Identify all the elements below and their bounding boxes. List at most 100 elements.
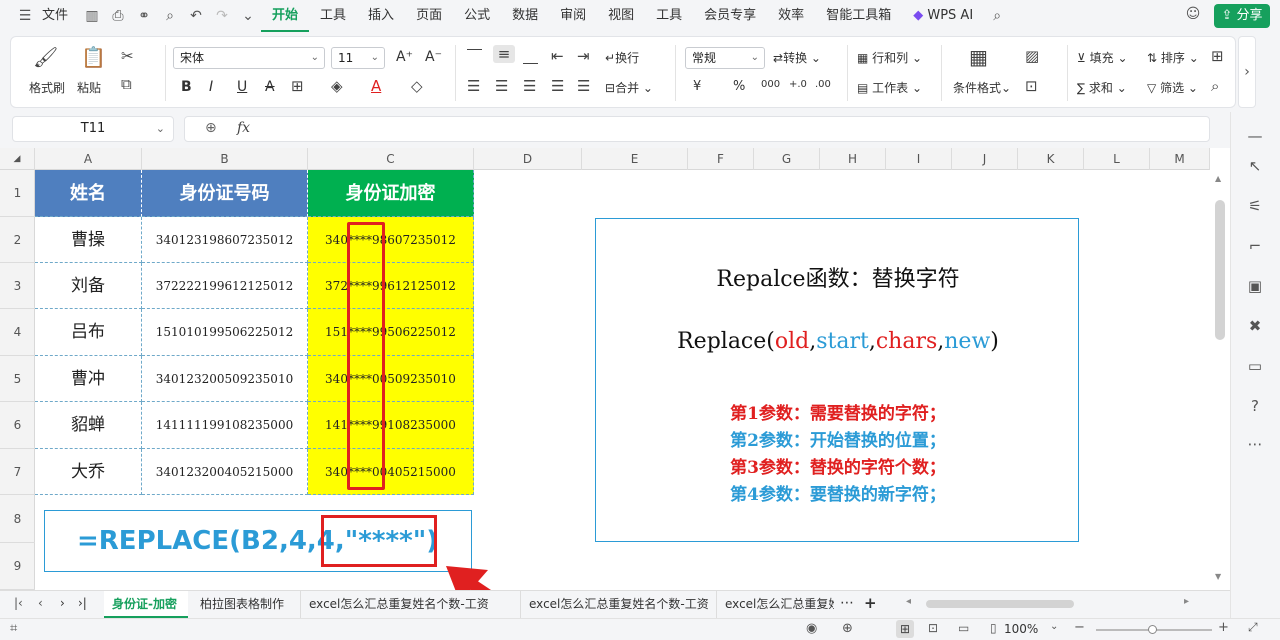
find-icon[interactable]: ⌕	[1211, 77, 1219, 95]
eye-protect-icon[interactable]: ◉	[806, 621, 817, 636]
locate-icon[interactable]: ⊕	[842, 621, 853, 636]
share-button[interactable]: ⇪ 分享	[1214, 4, 1270, 28]
sheet-tab[interactable]: excel怎么汇总重复姓	[716, 591, 834, 618]
zoom-slider-thumb[interactable]	[1148, 625, 1157, 634]
link-icon[interactable]: ⚭	[131, 0, 157, 32]
column-header[interactable]: C	[308, 148, 474, 170]
hamburger-icon[interactable]: ☰	[12, 0, 38, 32]
distribute-icon[interactable]: ☰	[577, 77, 590, 95]
thousands-icon[interactable]: 000	[761, 79, 780, 90]
menu-view[interactable]: 视图	[597, 0, 645, 32]
cell-masked[interactable]: 372****99612125012	[308, 263, 474, 309]
convert-button[interactable]: ⇄转换 ⌄	[773, 49, 821, 66]
row-header[interactable]: 4	[0, 309, 35, 356]
table-style-icon[interactable]: ⊡	[1025, 77, 1038, 95]
sum-button[interactable]: ∑ 求和 ⌄	[1077, 79, 1127, 96]
font-grow-button[interactable]: A⁺	[396, 49, 413, 65]
last-sheet-icon[interactable]: ›|	[78, 596, 87, 610]
strikethrough-button[interactable]: A	[265, 79, 275, 95]
column-header[interactable]: J	[952, 148, 1018, 170]
cell-id[interactable]: 151010199506225012	[142, 309, 308, 356]
font-name-select[interactable]: 宋体 ⌄	[173, 47, 325, 69]
sheet-tab-active[interactable]: 身份证-加密	[104, 591, 188, 618]
fill-button[interactable]: ⊻ 填充 ⌄	[1077, 49, 1128, 66]
cell-name[interactable]: 大乔	[35, 449, 142, 495]
decimal-decrease-icon[interactable]: .00	[815, 79, 831, 90]
cell-masked[interactable]: 340****98607235012	[308, 217, 474, 263]
justify-icon[interactable]: ☰	[551, 77, 564, 95]
chevron-down-icon[interactable]: ⌄	[235, 0, 261, 32]
column-header[interactable]: H	[820, 148, 886, 170]
select-all-corner[interactable]: ◢	[0, 148, 35, 170]
menu-page[interactable]: 页面	[405, 0, 453, 32]
settings-sliders-icon[interactable]: ⚟	[1243, 194, 1267, 218]
first-sheet-icon[interactable]: |‹	[14, 596, 23, 610]
menu-review[interactable]: 审阅	[549, 0, 597, 32]
font-color-icon[interactable]: A	[371, 77, 381, 95]
cell-name[interactable]: 吕布	[35, 309, 142, 356]
column-header[interactable]: E	[582, 148, 688, 170]
fx-icon[interactable]: fx	[237, 120, 250, 136]
italic-button[interactable]: I	[209, 79, 213, 95]
sheet-tab[interactable]: excel怎么汇总重复姓名个数-工资	[300, 591, 516, 618]
cell-id[interactable]: 340123200405215000	[142, 449, 308, 495]
worksheet-button[interactable]: ▤ 工作表 ⌄	[857, 79, 922, 96]
currency-button[interactable]: ¥	[693, 79, 701, 94]
more-icon[interactable]: ⋯	[1243, 432, 1267, 456]
paste-button[interactable]: 粘贴	[77, 79, 101, 96]
vertical-scroll-thumb[interactable]	[1215, 200, 1225, 340]
column-header[interactable]: D	[474, 148, 582, 170]
name-box[interactable]: T11 ⌄	[12, 116, 174, 142]
indent-decrease-icon[interactable]: ⇤	[551, 47, 564, 65]
hscroll-left-icon[interactable]: ◂	[906, 596, 911, 607]
align-middle-icon[interactable]: ≡	[493, 45, 515, 63]
zoom-slider-track[interactable]	[1096, 625, 1212, 634]
font-shrink-button[interactable]: A⁻	[425, 49, 442, 65]
cell-id[interactable]: 340123200509235010	[142, 356, 308, 402]
cell-name[interactable]: 曹冲	[35, 356, 142, 402]
align-right-icon[interactable]: ☰	[523, 77, 536, 95]
row-header[interactable]: 1	[0, 170, 35, 217]
column-header[interactable]: L	[1084, 148, 1150, 170]
zoom-level[interactable]: 100%	[1004, 622, 1038, 636]
format-painter-button[interactable]: 格式刷	[29, 79, 65, 96]
underline-button[interactable]: U	[237, 79, 247, 95]
message-icon[interactable]: ☺	[1182, 6, 1204, 26]
row-header[interactable]: 6	[0, 402, 35, 449]
row-header[interactable]: 3	[0, 263, 35, 309]
select-cursor-icon[interactable]: ↖	[1243, 154, 1267, 178]
row-col-button[interactable]: ▦ 行和列 ⌄	[857, 49, 922, 66]
cell-masked[interactable]: 151****99506225012	[308, 309, 474, 356]
book-icon[interactable]: ▭	[1243, 354, 1267, 378]
menu-tools[interactable]: 工具	[309, 0, 357, 32]
cell-masked[interactable]: 340****00405215000	[308, 449, 474, 495]
horizontal-scroll-thumb[interactable]	[926, 600, 1074, 608]
column-header[interactable]: M	[1150, 148, 1210, 170]
align-top-icon[interactable]: ⎺	[467, 47, 482, 65]
add-sheet-icon[interactable]: +	[864, 594, 877, 612]
number-format-select[interactable]: 常规 ⌄	[685, 47, 765, 69]
align-center-icon[interactable]: ☰	[495, 77, 508, 95]
font-size-select[interactable]: 11 ⌄	[331, 47, 385, 69]
menu-insert[interactable]: 插入	[357, 0, 405, 32]
clear-icon[interactable]: ◇	[411, 77, 423, 95]
reading-mode-icon[interactable]: ▯	[990, 621, 997, 635]
print-icon[interactable]: ⎙	[105, 0, 131, 32]
ribbon-expand-chevron-icon[interactable]: ›	[1238, 36, 1256, 108]
cell-name[interactable]: 刘备	[35, 263, 142, 309]
search-icon[interactable]: ⌕	[984, 0, 1010, 32]
undo-icon[interactable]: ↶	[183, 0, 209, 32]
next-sheet-icon[interactable]: ›	[60, 596, 65, 610]
indent-increase-icon[interactable]: ⇥	[577, 47, 590, 65]
cell-id[interactable]: 340123198607235012	[142, 217, 308, 263]
preview-icon[interactable]: ⌕	[157, 0, 183, 32]
scroll-up-icon[interactable]: ▲	[1215, 174, 1221, 183]
zoom-out-icon[interactable]: −	[1074, 620, 1085, 635]
sort-button[interactable]: ⇅ 排序 ⌄	[1147, 49, 1199, 66]
column-header[interactable]: G	[754, 148, 820, 170]
cell-name[interactable]: 曹操	[35, 217, 142, 263]
row-header[interactable]: 9	[0, 543, 35, 590]
bold-button[interactable]: B	[181, 79, 192, 95]
header-cell-id[interactable]: 身份证号码	[142, 170, 308, 217]
copy-icon[interactable]: ⧉	[121, 75, 132, 93]
